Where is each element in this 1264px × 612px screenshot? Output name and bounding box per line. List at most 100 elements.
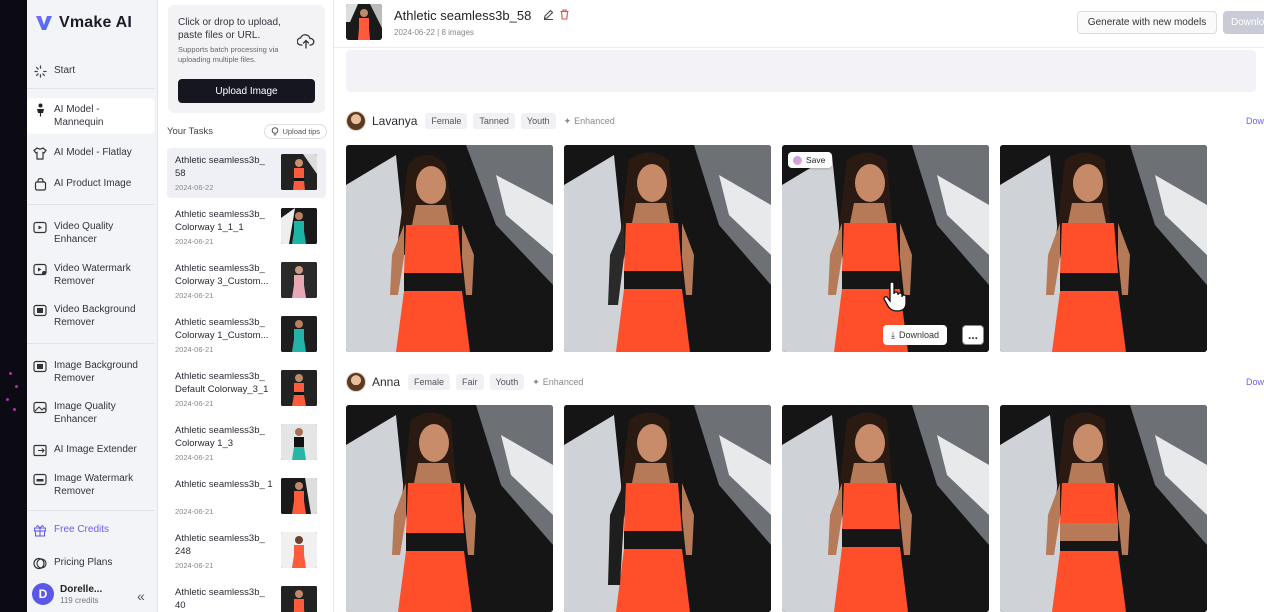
app-logo[interactable]: Vmake AI: [35, 14, 132, 32]
gift-icon: [33, 523, 47, 537]
task-item[interactable]: Athletic seamless3b_ Colorway 1_1_1 2024…: [167, 202, 326, 252]
enhanced-badge: ✦ Enhanced: [532, 377, 583, 388]
sparkle-icon: ✦: [563, 115, 572, 126]
video-watermark-icon: [33, 262, 47, 276]
task-item[interactable]: Athletic seamless3b_ Default Colorway_3_…: [167, 364, 326, 414]
row-download-link[interactable]: Dow: [1246, 377, 1264, 387]
edit-icon[interactable]: [543, 9, 554, 20]
video-enhance-icon: [33, 220, 47, 234]
generated-photo[interactable]: [346, 145, 553, 352]
sidebar-item-label: Image Quality Enhancer: [54, 401, 116, 425]
sidebar-item-pricing-plans[interactable]: Pricing Plans: [27, 551, 154, 575]
task-item[interactable]: Athletic seamless3b_ 248 2024-06-21: [167, 526, 326, 576]
model-header-anna: Anna Female Fair Youth ✦ Enhanced Dow: [346, 372, 1264, 392]
hand-cursor-icon: [883, 282, 907, 312]
task-name: Athletic seamless3b_ Colorway 3_Custom..…: [175, 263, 269, 287]
task-date: 2024-06-21: [175, 399, 214, 408]
task-item[interactable]: Athletic seamless3b_ 40: [167, 580, 326, 612]
divider: [27, 343, 155, 344]
task-thumbnail: [281, 262, 317, 298]
sidebar-item-video-quality-enhancer[interactable]: Video Quality Enhancer: [27, 215, 154, 251]
model-name: Anna: [372, 375, 401, 389]
sidebar-item-image-quality-enhancer[interactable]: Image Quality Enhancer: [27, 395, 154, 431]
task-date: 2024-06-22: [175, 183, 214, 192]
sidebar-item-label: Video Background Remover: [54, 304, 136, 328]
generated-photo[interactable]: [782, 405, 989, 612]
task-item[interactable]: Athletic seamless3b_ Colorway 1_3 2024-0…: [167, 418, 326, 468]
photo-image: [346, 405, 553, 612]
download-all-button[interactable]: Download: [1223, 11, 1264, 34]
sidebar-item-ai-model-mannequin[interactable]: AI Model - Mannequin: [27, 98, 154, 134]
task-thumbnail: [281, 316, 317, 352]
collapse-sidebar-icon[interactable]: «: [137, 588, 145, 604]
main-content: Athletic seamless3b_58 2024-06-22 | 8 im…: [334, 0, 1264, 612]
task-date: 2024-06-21: [175, 345, 214, 354]
sidebar-item-ai-model-flatlay[interactable]: AI Model - Flatlay: [27, 141, 154, 165]
upload-image-button[interactable]: Upload Image: [178, 79, 315, 103]
task-item[interactable]: Athletic seamless3b_ 58 2024-06-22: [167, 148, 326, 198]
trash-icon[interactable]: [559, 9, 570, 20]
task-title: Athletic seamless3b_58: [394, 8, 532, 23]
task-item[interactable]: Athletic seamless3b_ Colorway 3_Custom..…: [167, 256, 326, 306]
generated-photo-hovered[interactable]: Save ⤓ Download ...: [782, 145, 989, 352]
save-label: Save: [806, 155, 826, 165]
save-icon: [793, 155, 802, 165]
save-button[interactable]: Save: [788, 152, 833, 168]
more-icon: ...: [967, 328, 978, 342]
photo-image: [782, 145, 989, 352]
task-name: Athletic seamless3b_ Colorway 1_Custom..…: [175, 317, 269, 341]
generated-photo[interactable]: [1000, 145, 1207, 352]
sidebar-item-label: Free Credits: [54, 524, 110, 535]
task-name: Athletic seamless3b_ 58: [175, 155, 265, 179]
row-download-link[interactable]: Dow: [1246, 116, 1264, 126]
image-enhance-icon: [33, 400, 47, 414]
generated-photo[interactable]: [564, 405, 771, 612]
model-tag: Female: [425, 113, 468, 129]
user-credits: 119 credits: [60, 595, 99, 605]
photo-download-button[interactable]: ⤓ Download: [883, 325, 948, 345]
model-tag: Female: [408, 374, 451, 390]
shirt-icon: [33, 146, 47, 160]
task-date: 2024-06-21: [175, 453, 214, 462]
image-background-icon: [33, 359, 47, 373]
sidebar-item-label: Start: [54, 65, 76, 76]
sparkle-icon: ✦: [532, 376, 540, 387]
sidebar-item-label: Video Watermark Remover: [54, 263, 131, 287]
model-tag: Tanned: [473, 113, 515, 129]
divider: [27, 88, 155, 89]
window-edge: [0, 0, 27, 612]
sidebar-item-label: AI Product Image: [54, 178, 132, 189]
task-item[interactable]: Athletic seamless3b_ 1 2024-06-21: [167, 472, 326, 522]
upload-subtitle: Supports batch processing via uploading …: [178, 45, 279, 64]
model-avatar: [346, 111, 366, 131]
generated-photo[interactable]: [564, 145, 771, 352]
task-item[interactable]: Athletic seamless3b_ Colorway 1_Custom..…: [167, 310, 326, 360]
upload-dropzone[interactable]: Click or drop to upload, paste files or …: [168, 5, 325, 113]
sidebar-item-image-background-remover[interactable]: Image Background Remover: [27, 354, 154, 390]
generated-photo[interactable]: [1000, 405, 1207, 612]
sidebar-item-ai-product-image[interactable]: AI Product Image: [27, 172, 154, 196]
sidebar-item-free-credits[interactable]: Free Credits: [27, 518, 154, 542]
sidebar-item-video-background-remover[interactable]: Video Background Remover: [27, 298, 154, 334]
generated-photo[interactable]: [346, 405, 553, 612]
sidebar: Vmake AI Start AI Model - Mannequin AI M…: [27, 0, 158, 612]
sidebar-item-start[interactable]: Start: [27, 59, 154, 83]
photo-image: [564, 145, 771, 352]
tasks-header: Your Tasks Upload tips: [167, 124, 327, 139]
sidebar-item-video-watermark-remover[interactable]: Video Watermark Remover: [27, 257, 154, 293]
model-tag: Fair: [456, 374, 484, 390]
photo-download-label: Download: [898, 330, 940, 340]
task-name: Athletic seamless3b_ 40: [175, 587, 265, 611]
user-profile[interactable]: D Dorelle... 119 credits: [32, 583, 102, 605]
photo-image: [782, 405, 989, 612]
generate-new-models-button[interactable]: Generate with new models: [1077, 11, 1217, 34]
task-date: 2024-06-21: [175, 507, 214, 516]
task-thumbnail: [281, 370, 317, 406]
upload-tips-button[interactable]: Upload tips: [264, 124, 327, 139]
task-name: Athletic seamless3b_ Default Colorway_3_…: [175, 371, 269, 395]
sidebar-item-ai-image-extender[interactable]: AI Image Extender: [27, 438, 154, 462]
more-options-button[interactable]: ...: [962, 325, 984, 345]
task-date: 2024-06-21: [175, 291, 214, 300]
sidebar-item-image-watermark-remover[interactable]: Image Watermark Remover: [27, 467, 154, 503]
task-name: Athletic seamless3b_ Colorway 1_1_1: [175, 209, 265, 233]
